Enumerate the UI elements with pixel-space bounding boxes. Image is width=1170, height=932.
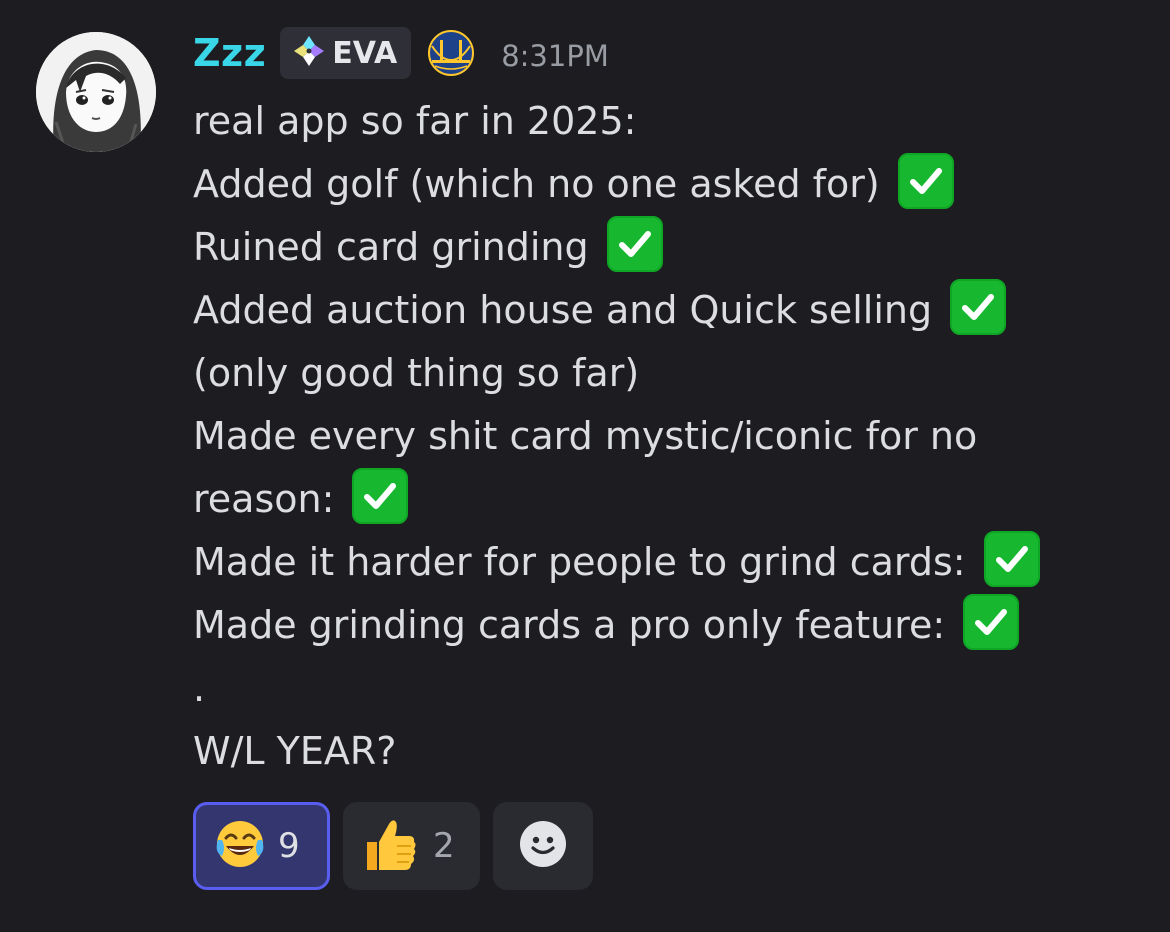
- message-line: Added golf (which no one asked for): [193, 153, 1143, 216]
- thumbs-up-emoji-icon: [361, 814, 421, 878]
- username[interactable]: Zzz: [193, 31, 266, 75]
- check-mark-emoji: [950, 279, 1007, 335]
- golden-gate-bridge-badge-icon[interactable]: [427, 29, 475, 77]
- reaction-count: 9: [278, 826, 300, 866]
- reaction-joy[interactable]: 9: [193, 802, 330, 890]
- avatar[interactable]: [36, 32, 156, 152]
- message-line: Made grinding cards a pro only feature:: [193, 594, 1143, 657]
- message-line: .: [193, 666, 206, 710]
- check-mark-emoji: [606, 216, 663, 272]
- add-reaction-button[interactable]: [493, 802, 593, 890]
- message-line: real app so far in 2025:: [193, 99, 637, 143]
- diamond-sparkle-icon: [292, 34, 326, 72]
- reaction-bar: 9 2: [193, 802, 593, 890]
- message-content: real app so far in 2025: Added golf (whi…: [193, 90, 1143, 783]
- message-line: W/L YEAR?: [193, 729, 397, 773]
- check-mark-emoji: [897, 153, 954, 209]
- check-mark-emoji: [963, 594, 1020, 650]
- reaction-thumbs-up[interactable]: 2: [343, 802, 480, 890]
- reaction-count: 2: [433, 826, 455, 866]
- anime-girl-avatar-icon: [36, 32, 156, 152]
- message-line: Added auction house and Quick selling: [193, 279, 1143, 342]
- server-tag[interactable]: EVA: [280, 27, 412, 79]
- add-reaction-icon: [518, 819, 568, 873]
- message-line: Made it harder for people to grind cards…: [193, 531, 1143, 594]
- check-mark-emoji: [983, 531, 1040, 587]
- message-line: reason:: [193, 468, 1143, 531]
- message-header: Zzz EVA 8:31PM: [193, 26, 609, 80]
- joy-emoji-icon: [214, 818, 266, 874]
- message-line: Made every shit card mystic/iconic for n…: [193, 414, 978, 458]
- server-tag-label: EVA: [332, 35, 398, 71]
- message-line: (only good thing so far): [193, 351, 640, 395]
- chat-message: Zzz EVA 8:31PM real app so far in 2025: …: [0, 0, 1170, 932]
- message-timestamp: 8:31PM: [501, 39, 609, 73]
- check-mark-emoji: [352, 468, 409, 524]
- message-line: Ruined card grinding: [193, 216, 1143, 279]
